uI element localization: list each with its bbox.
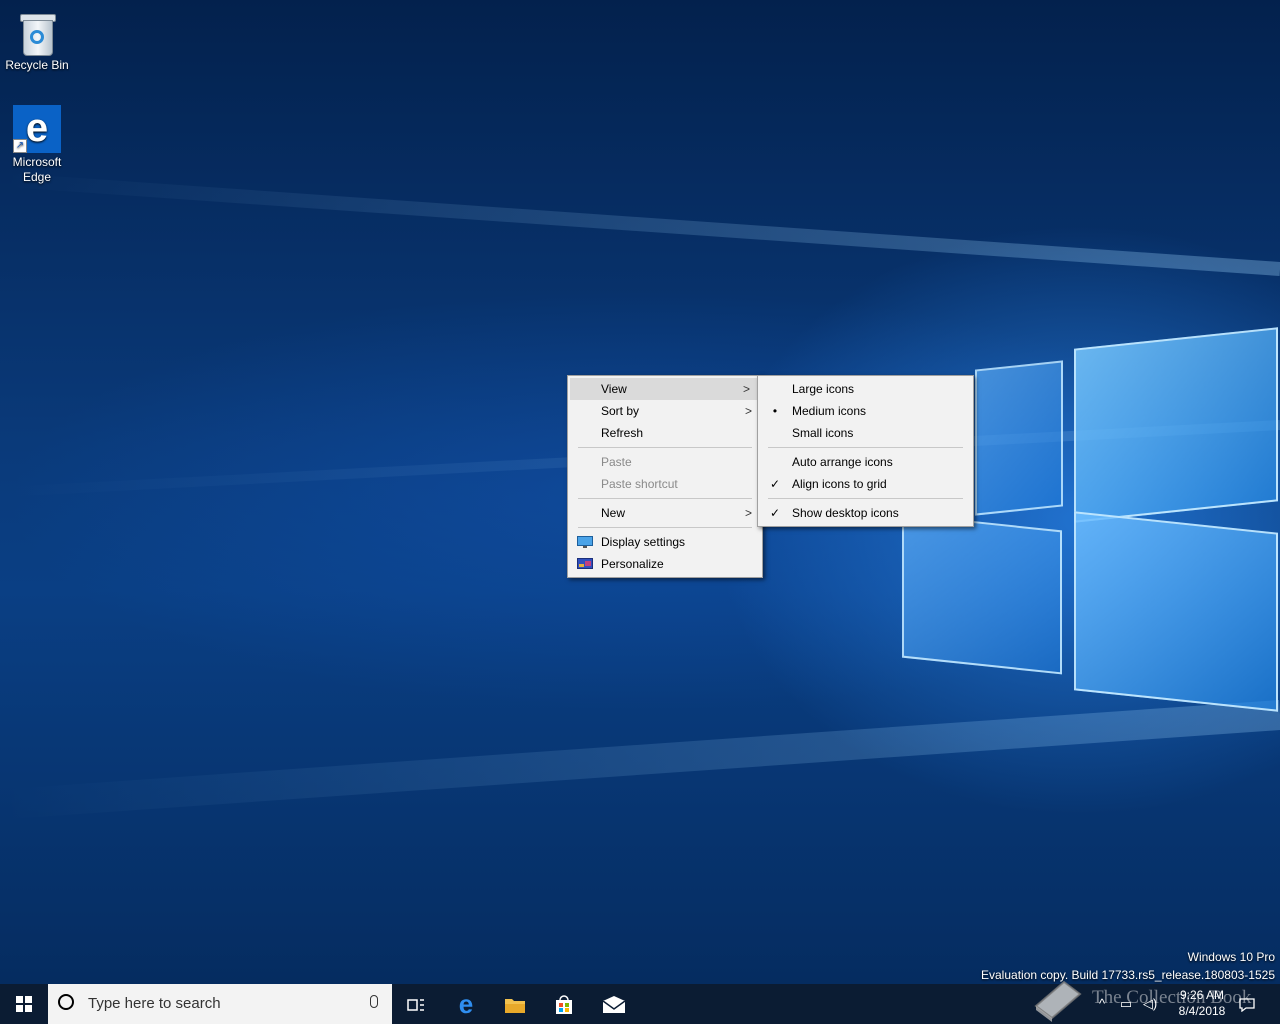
desktop-icon-recycle-bin[interactable]: Recycle Bin: [2, 8, 72, 73]
menu-separator: [768, 447, 963, 448]
menu-item-label: Small icons: [792, 426, 854, 440]
task-view-button[interactable]: [392, 984, 440, 1024]
cortana-icon: [58, 994, 74, 1010]
recycle-bin-icon: [13, 8, 61, 56]
file-explorer-button[interactable]: [491, 984, 539, 1024]
chevron-right-icon: >: [744, 404, 752, 418]
edition-watermark: Windows 10 Pro: [1187, 950, 1275, 964]
desktop-icon-label: Recycle Bin: [5, 58, 69, 72]
logo-pane-bottom-right: [1074, 511, 1278, 712]
menu-item-small-icons[interactable]: Small icons: [758, 422, 973, 444]
menu-separator: [578, 447, 752, 448]
taskbar: Type here to search e ^ ▭ ◁) 9:26 AM 8/4…: [0, 984, 1280, 1024]
menu-item-label: Refresh: [601, 426, 644, 440]
book-logo-icon: [1034, 980, 1082, 1022]
menu-item-paste[interactable]: Paste: [568, 451, 762, 473]
menu-separator: [768, 498, 963, 499]
menu-item-align-icons-to-grid[interactable]: ✓ Align icons to grid: [758, 473, 973, 495]
menu-item-label: Sort by: [601, 404, 640, 418]
mail-button[interactable]: [590, 984, 638, 1024]
chevron-right-icon: >: [742, 382, 750, 396]
light-beam: [2, 700, 1280, 820]
edge-icon: e ↗: [13, 105, 61, 153]
task-view-icon: [407, 999, 424, 1011]
collection-book-watermark: The Collection Book: [1092, 987, 1252, 1008]
desktop-icon-label: Microsoft Edge: [12, 155, 62, 184]
menu-item-medium-icons[interactable]: • Medium icons: [758, 400, 973, 422]
search-placeholder: Type here to search: [88, 995, 221, 1012]
shortcut-arrow-icon: ↗: [13, 139, 27, 153]
menu-item-auto-arrange-icons[interactable]: Auto arrange icons: [758, 451, 973, 473]
menu-item-label: New: [601, 506, 626, 520]
microphone-icon[interactable]: [370, 995, 378, 1008]
logo-pane-top-left: [975, 360, 1063, 516]
menu-item-label: Auto arrange icons: [792, 455, 893, 469]
menu-item-large-icons[interactable]: Large icons: [758, 378, 973, 400]
start-button[interactable]: [0, 984, 48, 1024]
search-box[interactable]: Type here to search: [48, 984, 392, 1024]
desktop-context-menu: View > Sort by > Refresh Paste Paste sho…: [567, 375, 763, 578]
store-button[interactable]: [540, 984, 588, 1024]
desktop-icon-microsoft-edge[interactable]: e ↗ Microsoft Edge: [2, 105, 72, 185]
menu-item-label: Medium icons: [792, 404, 867, 418]
store-icon: [556, 995, 572, 1015]
light-beam: [2, 172, 1280, 276]
menu-item-label: Display settings: [601, 535, 686, 549]
menu-item-view[interactable]: View >: [570, 378, 760, 400]
radio-bullet-icon: •: [772, 404, 778, 418]
menu-item-label: Large icons: [792, 382, 855, 396]
checkmark-icon: ✓: [769, 506, 781, 520]
menu-item-display-settings[interactable]: Display settings: [568, 531, 762, 553]
chevron-right-icon: >: [744, 506, 752, 520]
menu-item-show-desktop-icons[interactable]: ✓ Show desktop icons: [758, 502, 973, 524]
menu-item-label: Align icons to grid: [792, 477, 887, 491]
menu-item-paste-shortcut[interactable]: Paste shortcut: [568, 473, 762, 495]
logo-pane-top-right: [1074, 327, 1278, 523]
build-watermark: Evaluation copy. Build 17733.rs5_release…: [981, 968, 1275, 982]
menu-item-label: Paste: [601, 455, 632, 469]
menu-item-refresh[interactable]: Refresh: [568, 422, 762, 444]
logo-pane-bottom-left: [902, 513, 1062, 675]
menu-item-label: Paste shortcut: [601, 477, 678, 491]
personalize-icon: [577, 558, 593, 569]
file-explorer-icon: [505, 999, 525, 1014]
edge-taskbar-button[interactable]: e: [442, 984, 490, 1024]
menu-item-personalize[interactable]: Personalize: [568, 553, 762, 575]
menu-item-label: Show desktop icons: [792, 506, 899, 520]
menu-item-new[interactable]: New >: [568, 502, 762, 524]
edge-icon: e: [458, 989, 474, 1019]
view-submenu: Large icons • Medium icons Small icons A…: [757, 375, 974, 527]
checkmark-icon: ✓: [769, 477, 781, 491]
menu-item-label: Personalize: [601, 557, 664, 571]
windows-logo-icon: [16, 996, 32, 1012]
menu-item-sort-by[interactable]: Sort by >: [568, 400, 762, 422]
menu-separator: [578, 527, 752, 528]
menu-separator: [578, 498, 752, 499]
display-settings-icon: [577, 536, 593, 548]
mail-icon: [602, 996, 626, 1014]
menu-item-label: View: [601, 382, 627, 396]
